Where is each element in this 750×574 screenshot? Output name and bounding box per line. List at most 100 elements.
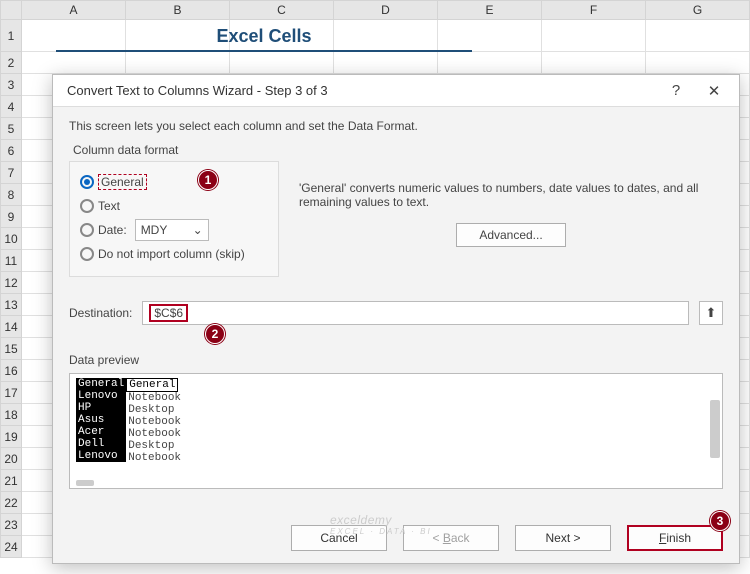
radio-skip[interactable]	[80, 247, 94, 261]
row-header-6[interactable]: 6	[0, 140, 22, 162]
preview-vscroll[interactable]	[710, 400, 720, 458]
dialog-description: This screen lets you select each column …	[69, 119, 723, 133]
col-header-a[interactable]: A	[22, 0, 126, 20]
row-header-8[interactable]: 8	[0, 184, 22, 206]
row-header-13[interactable]: 13	[0, 294, 22, 316]
row-header-3[interactable]: 3	[0, 74, 22, 96]
preview-header[interactable]: General	[126, 378, 178, 392]
row-header-20[interactable]: 20	[0, 448, 22, 470]
row-header-2[interactable]: 2	[0, 52, 22, 74]
preview-cell[interactable]: Lenovo	[76, 390, 126, 402]
callout-badge-1: 1	[198, 170, 218, 190]
preview-cell[interactable]: Desktop	[126, 404, 183, 416]
date-format-value: MDY	[141, 223, 168, 237]
preview-cell[interactable]: Lenovo	[76, 450, 126, 462]
cell[interactable]	[126, 52, 230, 74]
dialog-buttons: Cancel < Back Next > Finish	[291, 525, 723, 551]
cell[interactable]	[542, 20, 646, 52]
preview-cell[interactable]: Notebook	[126, 392, 183, 404]
row-header-14[interactable]: 14	[0, 316, 22, 338]
row-header-4[interactable]: 4	[0, 96, 22, 118]
row-header-1[interactable]: 1	[0, 20, 22, 52]
cell[interactable]	[646, 52, 750, 74]
format-help: 'General' converts numeric values to num…	[299, 161, 723, 247]
row-header-10[interactable]: 10	[0, 228, 22, 250]
destination-label: Destination:	[69, 306, 132, 320]
radio-text-label: Text	[98, 199, 120, 213]
collapse-icon: ⬆	[706, 305, 717, 321]
select-all-cell[interactable]	[0, 0, 22, 20]
row-header-24[interactable]: 24	[0, 536, 22, 558]
radio-date[interactable]	[80, 223, 94, 237]
radio-date-label: Date:	[98, 223, 127, 237]
row-header-16[interactable]: 16	[0, 360, 22, 382]
row-header-12[interactable]: 12	[0, 272, 22, 294]
preview-cell[interactable]: Notebook	[126, 416, 183, 428]
row-header-21[interactable]: 21	[0, 470, 22, 492]
cell[interactable]	[334, 52, 438, 74]
cancel-button[interactable]: Cancel	[291, 525, 387, 551]
row-header-23[interactable]: 23	[0, 514, 22, 536]
col-header-b[interactable]: B	[126, 0, 230, 20]
back-button[interactable]: < Back	[403, 525, 499, 551]
cell[interactable]	[230, 52, 334, 74]
text-to-columns-dialog: Convert Text to Columns Wizard - Step 3 …	[52, 74, 740, 564]
preview-hscroll[interactable]	[76, 480, 94, 486]
row-header-5[interactable]: 5	[0, 118, 22, 140]
preview-cell[interactable]: Dell	[76, 438, 126, 450]
cell[interactable]	[438, 52, 542, 74]
callout-badge-2: 2	[205, 324, 225, 344]
collapse-dialog-button[interactable]: ⬆	[699, 301, 723, 325]
preview-cell[interactable]: Notebook	[126, 452, 183, 464]
col-header-c[interactable]: C	[230, 0, 334, 20]
dialog-title: Convert Text to Columns Wizard - Step 3 …	[67, 83, 328, 98]
cell[interactable]	[542, 52, 646, 74]
radio-general-row[interactable]: General	[80, 170, 268, 194]
radio-skip-label: Do not import column (skip)	[98, 247, 245, 261]
preview-cell[interactable]: HP	[76, 402, 126, 414]
destination-value: $C$6	[149, 304, 188, 322]
advanced-button[interactable]: Advanced...	[456, 223, 566, 247]
row-header-19[interactable]: 19	[0, 426, 22, 448]
radio-text[interactable]	[80, 199, 94, 213]
col-header-f[interactable]: F	[542, 0, 646, 20]
row-header-17[interactable]: 17	[0, 382, 22, 404]
preview-header[interactable]: General	[76, 378, 126, 390]
row-header-22[interactable]: 22	[0, 492, 22, 514]
cell[interactable]	[646, 20, 750, 52]
destination-input[interactable]: $C$6	[142, 301, 689, 325]
data-preview[interactable]: GeneralLenovoHP Asus Acer Dell LenovoGen…	[69, 373, 723, 489]
dialog-titlebar: Convert Text to Columns Wizard - Step 3 …	[53, 75, 739, 107]
format-group: General Text Date: MDY ⌄ Do not import c…	[69, 161, 279, 277]
finish-button[interactable]: Finish	[627, 525, 723, 551]
next-button[interactable]: Next >	[515, 525, 611, 551]
column-headers: A B C D E F G	[0, 0, 750, 20]
sheet-title: Excel Cells	[56, 22, 472, 52]
row-header-11[interactable]: 11	[0, 250, 22, 272]
radio-general[interactable]	[80, 175, 94, 189]
preview-cell[interactable]: Asus	[76, 414, 126, 426]
preview-cell[interactable]: Desktop	[126, 440, 183, 452]
row-header-9[interactable]: 9	[0, 206, 22, 228]
radio-date-row[interactable]: Date: MDY ⌄	[80, 218, 268, 242]
col-header-g[interactable]: G	[646, 0, 750, 20]
radio-text-row[interactable]: Text	[80, 194, 268, 218]
chevron-down-icon: ⌄	[193, 223, 203, 237]
format-group-label: Column data format	[73, 143, 723, 157]
preview-cell[interactable]: Notebook	[126, 428, 183, 440]
cell[interactable]	[22, 52, 126, 74]
row-header-7[interactable]: 7	[0, 162, 22, 184]
row-header-18[interactable]: 18	[0, 404, 22, 426]
callout-badge-3: 3	[710, 511, 730, 531]
row-header-15[interactable]: 15	[0, 338, 22, 360]
close-button[interactable]: ✕	[695, 77, 733, 105]
preview-cell[interactable]: Acer	[76, 426, 126, 438]
radio-general-label: General	[98, 174, 147, 190]
format-help-text: 'General' converts numeric values to num…	[299, 181, 723, 209]
col-header-d[interactable]: D	[334, 0, 438, 20]
radio-skip-row[interactable]: Do not import column (skip)	[80, 242, 268, 266]
date-format-select[interactable]: MDY ⌄	[135, 219, 209, 241]
help-button[interactable]: ?	[657, 77, 695, 105]
col-header-e[interactable]: E	[438, 0, 542, 20]
preview-label: Data preview	[69, 353, 723, 367]
